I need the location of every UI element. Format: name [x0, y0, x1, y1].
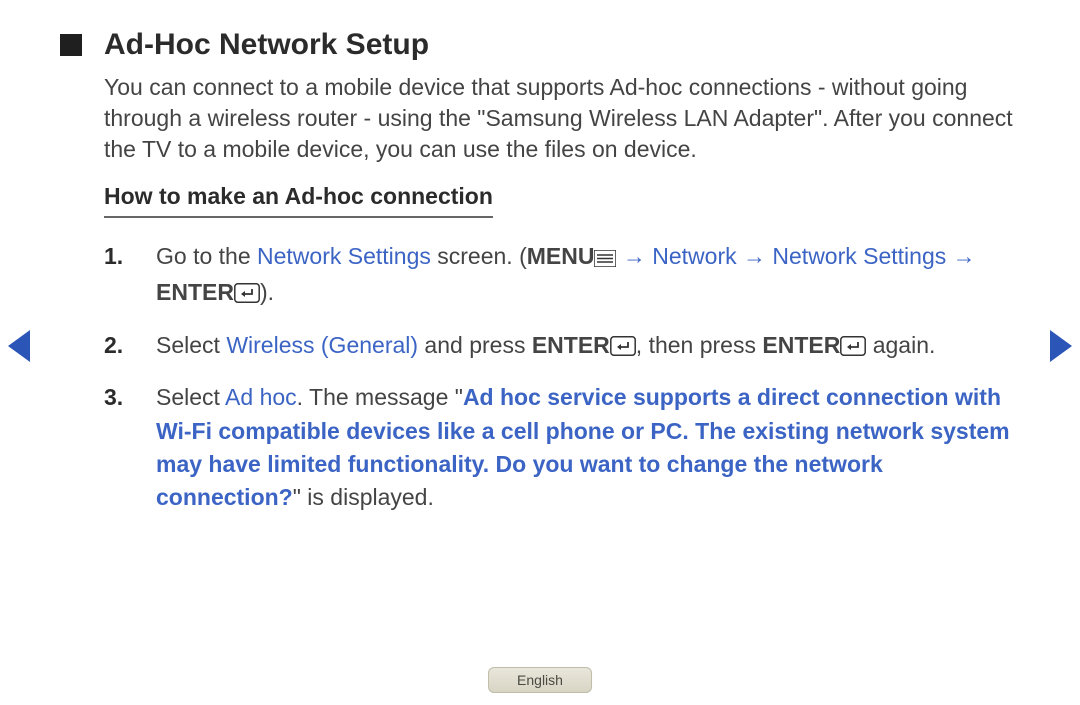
intro-paragraph: You can connect to a mobile device that … — [104, 72, 1020, 165]
enter-icon — [840, 332, 866, 365]
arrow: → — [946, 243, 975, 269]
step-3: 3. Select Ad hoc. The message "Ad hoc se… — [104, 381, 1020, 514]
step-1: 1. Go to the Network Settings screen. (M… — [104, 240, 1020, 313]
link-network-settings: Network Settings — [772, 243, 946, 269]
page-title: Ad-Hoc Network Setup — [104, 28, 429, 62]
text: Select — [156, 332, 226, 358]
text: Select — [156, 384, 225, 410]
step-number: 2. — [104, 329, 128, 365]
next-page-button[interactable] — [1050, 330, 1072, 362]
link-network: Network — [652, 243, 736, 269]
link-network-settings: Network Settings — [257, 243, 431, 269]
text: ). — [260, 279, 274, 305]
label-menu: MENU — [527, 243, 595, 269]
step-body: Select Ad hoc. The message "Ad hoc servi… — [156, 381, 1020, 514]
arrow: → — [616, 243, 652, 269]
section-bullet-icon — [60, 34, 82, 56]
text: screen. ( — [431, 243, 527, 269]
enter-icon — [234, 279, 260, 312]
prev-page-button[interactable] — [8, 330, 30, 362]
enter-icon — [610, 332, 636, 365]
language-tab[interactable]: English — [488, 667, 592, 693]
step-body: Go to the Network Settings screen. (MENU… — [156, 240, 1020, 313]
text: and press — [418, 332, 532, 358]
link-wireless-general: Wireless (General) — [226, 332, 418, 358]
text: again. — [866, 332, 935, 358]
step-body: Select Wireless (General) and press ENTE… — [156, 329, 935, 365]
text: Go to the — [156, 243, 257, 269]
step-number: 1. — [104, 240, 128, 313]
steps-list: 1. Go to the Network Settings screen. (M… — [104, 240, 1020, 514]
label-enter: ENTER — [532, 332, 610, 358]
step-2: 2. Select Wireless (General) and press E… — [104, 329, 1020, 365]
step-number: 3. — [104, 381, 128, 514]
label-enter: ENTER — [762, 332, 840, 358]
subheading: How to make an Ad-hoc connection — [104, 183, 493, 218]
menu-icon — [594, 243, 616, 276]
arrow: → — [737, 243, 773, 269]
text: " is displayed. — [293, 484, 434, 510]
label-enter: ENTER — [156, 279, 234, 305]
link-ad-hoc: Ad hoc — [225, 384, 297, 410]
text: , then press — [636, 332, 763, 358]
text: . The message " — [297, 384, 463, 410]
